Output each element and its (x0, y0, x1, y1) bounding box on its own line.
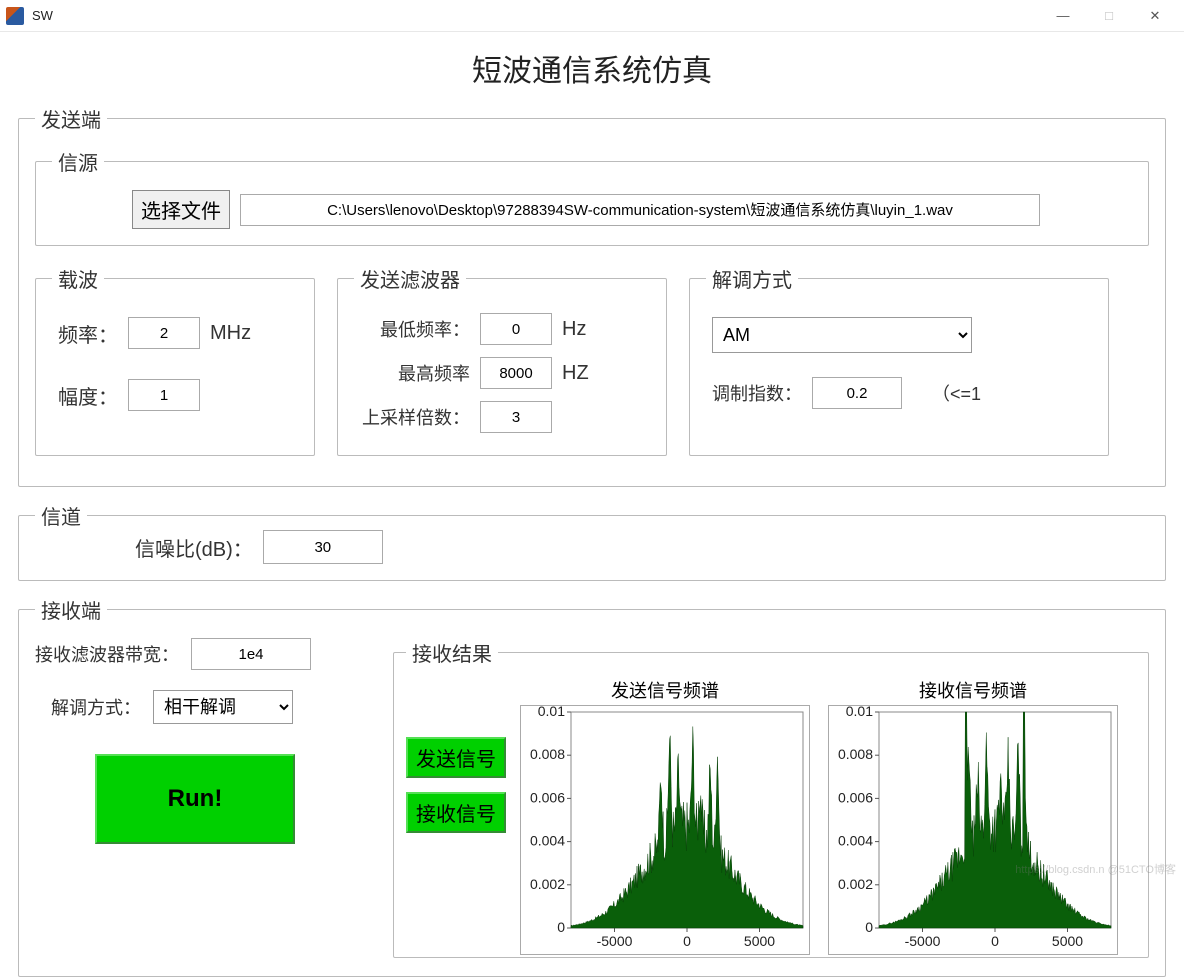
demod-scheme-legend: 解调方式 (706, 264, 798, 293)
svg-text:-5000: -5000 (905, 933, 941, 949)
snr-input[interactable] (263, 530, 383, 564)
receiver-legend: 接收端 (35, 595, 107, 624)
svg-text:0.002: 0.002 (530, 876, 565, 892)
page-title: 短波通信系统仿真 (18, 46, 1166, 90)
upsample-input[interactable] (480, 401, 552, 433)
tx-signal-button[interactable]: 发送信号 (406, 737, 506, 778)
close-button[interactable]: ✕ (1132, 0, 1178, 32)
tx-filter-legend: 发送滤波器 (354, 264, 466, 293)
carrier-freq-label: 频率： (58, 319, 118, 348)
tx-filter-group: 发送滤波器 最低频率： Hz 最高频率 HZ 上采样倍数： (337, 264, 667, 456)
result-group: 接收结果 发送信号 接收信号 发送信号频谱 0 0.002 0.004 0.006 0.… (393, 638, 1149, 958)
channel-group: 信道 信噪比(dB)： (18, 501, 1166, 581)
svg-text:0: 0 (557, 919, 565, 935)
sender-legend: 发送端 (35, 104, 107, 133)
svg-text:0.006: 0.006 (838, 789, 873, 805)
title-bar: SW — □ ✕ (0, 0, 1184, 32)
min-freq-label: 最低频率： (360, 316, 470, 342)
tx-plot-title: 发送信号频谱 (520, 677, 810, 703)
svg-text:0.008: 0.008 (838, 746, 873, 762)
channel-legend: 信道 (35, 501, 87, 530)
svg-text:0.002: 0.002 (838, 876, 873, 892)
rx-demod-label: 解调方式： (51, 694, 141, 720)
modulation-select[interactable]: AM (712, 317, 972, 353)
file-path-input[interactable] (240, 194, 1040, 226)
run-button[interactable]: Run! (95, 754, 295, 844)
carrier-group: 载波 频率： MHz 幅度： (35, 264, 315, 456)
min-freq-unit: Hz (562, 318, 586, 341)
source-legend: 信源 (52, 147, 104, 176)
watermark: https://blog.csdn.n @51CTO博客 (1015, 861, 1176, 877)
select-file-button[interactable]: 选择文件 (132, 190, 230, 229)
carrier-amp-label: 幅度： (58, 381, 118, 410)
minimize-button[interactable]: — (1040, 0, 1086, 32)
svg-text:-5000: -5000 (597, 933, 633, 949)
upsample-label: 上采样倍数： (360, 404, 470, 430)
svg-text:0.004: 0.004 (530, 833, 565, 849)
max-freq-unit: HZ (562, 362, 589, 385)
carrier-amp-input[interactable] (128, 379, 200, 411)
mod-index-label: 调制指数： (712, 380, 802, 406)
min-freq-input[interactable] (480, 313, 552, 345)
carrier-freq-unit: MHz (210, 322, 251, 345)
window-title: SW (32, 8, 1040, 23)
svg-text:0.01: 0.01 (846, 705, 873, 719)
rx-filter-bw-input[interactable] (191, 638, 311, 670)
result-legend: 接收结果 (406, 638, 498, 667)
receiver-group: 接收端 接收滤波器带宽： 解调方式： 相干解调 Run! 接收结果 (18, 595, 1166, 977)
snr-label: 信噪比(dB)： (135, 533, 253, 562)
app-icon (6, 7, 24, 25)
max-freq-input[interactable] (480, 357, 552, 389)
rx-plot-title: 接收信号频谱 (828, 677, 1118, 703)
rx-filter-bw-label: 接收滤波器带宽： (35, 641, 179, 667)
maximize-button[interactable]: □ (1086, 0, 1132, 32)
sender-group: 发送端 信源 选择文件 载波 频率： MHz 幅度： (18, 104, 1166, 487)
svg-text:0: 0 (683, 933, 691, 949)
carrier-freq-input[interactable] (128, 317, 200, 349)
svg-text:0.006: 0.006 (530, 789, 565, 805)
svg-text:0.008: 0.008 (530, 746, 565, 762)
mod-index-hint: （<=1 (932, 380, 981, 406)
demod-scheme-group: 解调方式 AM 调制指数： （<=1 (689, 264, 1109, 456)
svg-text:5000: 5000 (744, 933, 775, 949)
tx-spectrum-plot: 发送信号频谱 0 0.002 0.004 0.006 0.008 0.01 -5000 0 50… (520, 677, 810, 955)
carrier-legend: 载波 (52, 264, 104, 293)
svg-text:0: 0 (991, 933, 999, 949)
mod-index-input[interactable] (812, 377, 902, 409)
rx-signal-button[interactable]: 接收信号 (406, 792, 506, 833)
svg-text:5000: 5000 (1052, 933, 1083, 949)
svg-text:0.004: 0.004 (838, 833, 873, 849)
max-freq-label: 最高频率 (360, 360, 470, 386)
svg-text:0.01: 0.01 (538, 705, 565, 719)
rx-demod-select[interactable]: 相干解调 (153, 690, 293, 724)
source-group: 信源 选择文件 (35, 147, 1149, 246)
rx-spectrum-plot: 接收信号频谱 0 0.002 0.004 0.006 0.008 0.01 -5000 0 50… (828, 677, 1118, 955)
svg-text:0: 0 (865, 919, 873, 935)
